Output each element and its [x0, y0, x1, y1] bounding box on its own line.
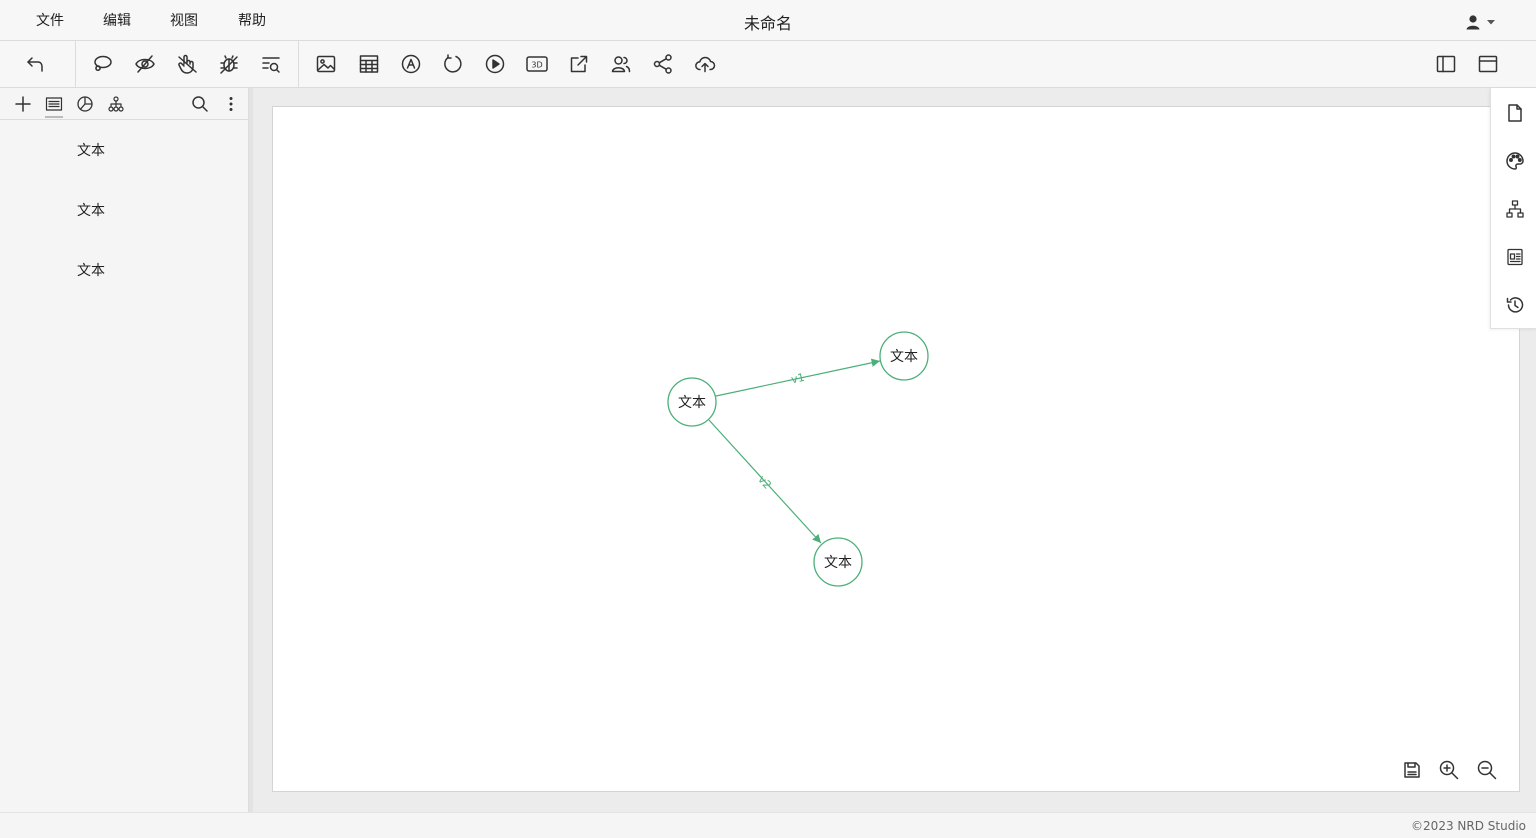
node-label: 文本	[890, 349, 918, 365]
auto-text-icon	[401, 54, 421, 74]
toolbar-divider	[75, 41, 76, 87]
share-button[interactable]	[651, 52, 675, 76]
save-icon	[1404, 762, 1420, 778]
form-icon	[1507, 248, 1523, 266]
hide-button[interactable]	[133, 52, 157, 76]
more-button[interactable]	[220, 93, 242, 115]
play-button[interactable]	[483, 52, 507, 76]
right-dock	[1490, 88, 1536, 329]
undo-icon	[27, 57, 43, 72]
outline-item[interactable]: 文本	[77, 140, 105, 160]
edge-v1[interactable]: v1	[715, 358, 881, 397]
toolbar-divider	[298, 41, 299, 87]
table-icon	[359, 55, 379, 73]
more-vertical-icon	[229, 97, 233, 111]
menu-edit[interactable]: 编辑	[103, 10, 131, 30]
add-button[interactable]	[12, 93, 34, 115]
toolbar: 3D	[0, 41, 1536, 88]
collaborators-button[interactable]	[609, 52, 633, 76]
window-icon	[1478, 55, 1498, 73]
sitemap-icon	[1506, 200, 1524, 218]
edge-v2[interactable]: v2	[708, 419, 822, 544]
zoom-out-button[interactable]	[1475, 758, 1499, 782]
menu-file[interactable]: 文件	[36, 10, 64, 30]
tab-outline[interactable]	[43, 93, 65, 118]
debug-button[interactable]	[217, 52, 241, 76]
share-icon	[653, 54, 672, 74]
eye-off-icon	[135, 55, 155, 73]
pointer-button[interactable]	[175, 52, 199, 76]
history-icon	[1506, 297, 1524, 313]
search-button[interactable]	[189, 93, 211, 115]
3d-label: 3D	[531, 61, 542, 70]
cloud-upload-icon	[695, 56, 716, 73]
open-external-icon	[570, 55, 588, 73]
node-label: 文本	[824, 555, 852, 571]
insert-table-button[interactable]	[357, 52, 381, 76]
menu-view[interactable]: 视图	[170, 10, 198, 30]
bug-off-icon	[220, 55, 238, 74]
outline-item[interactable]: 文本	[77, 260, 105, 280]
tab-hierarchy[interactable]	[105, 93, 127, 115]
tab-statistics[interactable]	[74, 93, 96, 115]
edge-label: v1	[790, 371, 806, 387]
cloud-upload-button[interactable]	[693, 52, 717, 76]
page-settings-button[interactable]	[1504, 102, 1526, 124]
graph-canvas[interactable]: v1 v2 文本 文本 文本	[272, 106, 1520, 792]
lasso-button[interactable]	[90, 52, 114, 76]
rotate-icon	[444, 54, 462, 73]
graph-node[interactable]: 文本	[667, 377, 717, 427]
lasso-icon	[94, 55, 112, 71]
document-title[interactable]: 未命名	[744, 14, 792, 33]
outline-item[interactable]: 文本	[77, 200, 105, 220]
play-icon	[485, 54, 505, 74]
rotate-button[interactable]	[441, 52, 465, 76]
menu-help[interactable]: 帮助	[238, 10, 266, 30]
status-bar: ©2023 NRD Studio	[0, 812, 1536, 838]
user-menu[interactable]	[1464, 12, 1504, 32]
layout-button[interactable]	[1504, 198, 1526, 220]
node-label: 文本	[678, 395, 706, 411]
add-icon	[15, 96, 31, 112]
view-3d-button[interactable]: 3D	[525, 52, 549, 76]
toggle-window-button[interactable]	[1476, 52, 1500, 76]
left-panel: 文本 文本 文本	[0, 88, 249, 812]
open-external-button[interactable]	[567, 52, 591, 76]
user-icon	[1466, 15, 1480, 30]
auto-text-button[interactable]	[399, 52, 423, 76]
page-icon	[1508, 104, 1522, 122]
hierarchy-icon	[108, 96, 124, 112]
insert-image-button[interactable]	[314, 52, 338, 76]
list-icon	[45, 97, 63, 111]
zoom-out-icon	[1477, 760, 1497, 780]
zoom-in-icon	[1439, 760, 1459, 780]
3d-icon: 3D	[526, 56, 548, 72]
toggle-sidebar-button[interactable]	[1434, 52, 1458, 76]
caret-down-icon	[1487, 20, 1495, 25]
search-icon	[192, 96, 208, 112]
users-icon	[611, 56, 631, 73]
graph-svg: v1 v2 文本 文本 文本	[667, 331, 929, 587]
palette-icon	[1506, 152, 1524, 170]
left-panel-tabs	[0, 88, 248, 120]
undo-button[interactable]	[23, 52, 47, 76]
save-button[interactable]	[1400, 758, 1424, 782]
filter-search-button[interactable]	[259, 52, 283, 76]
history-button[interactable]	[1504, 294, 1526, 316]
copyright-text: ©2023 NRD Studio	[1411, 819, 1526, 833]
sidebar-left-icon	[1436, 55, 1456, 73]
theme-button[interactable]	[1504, 150, 1526, 172]
menu-bar: 文件 编辑 视图 帮助 未命名	[0, 0, 1536, 41]
graph-node[interactable]: 文本	[813, 537, 863, 587]
filter-search-icon	[262, 57, 280, 73]
pie-chart-icon	[77, 96, 93, 112]
properties-button[interactable]	[1504, 246, 1526, 268]
image-icon	[316, 55, 336, 73]
zoom-in-button[interactable]	[1437, 758, 1461, 782]
graph-node[interactable]: 文本	[879, 331, 929, 381]
hand-pointer-icon	[178, 54, 197, 74]
